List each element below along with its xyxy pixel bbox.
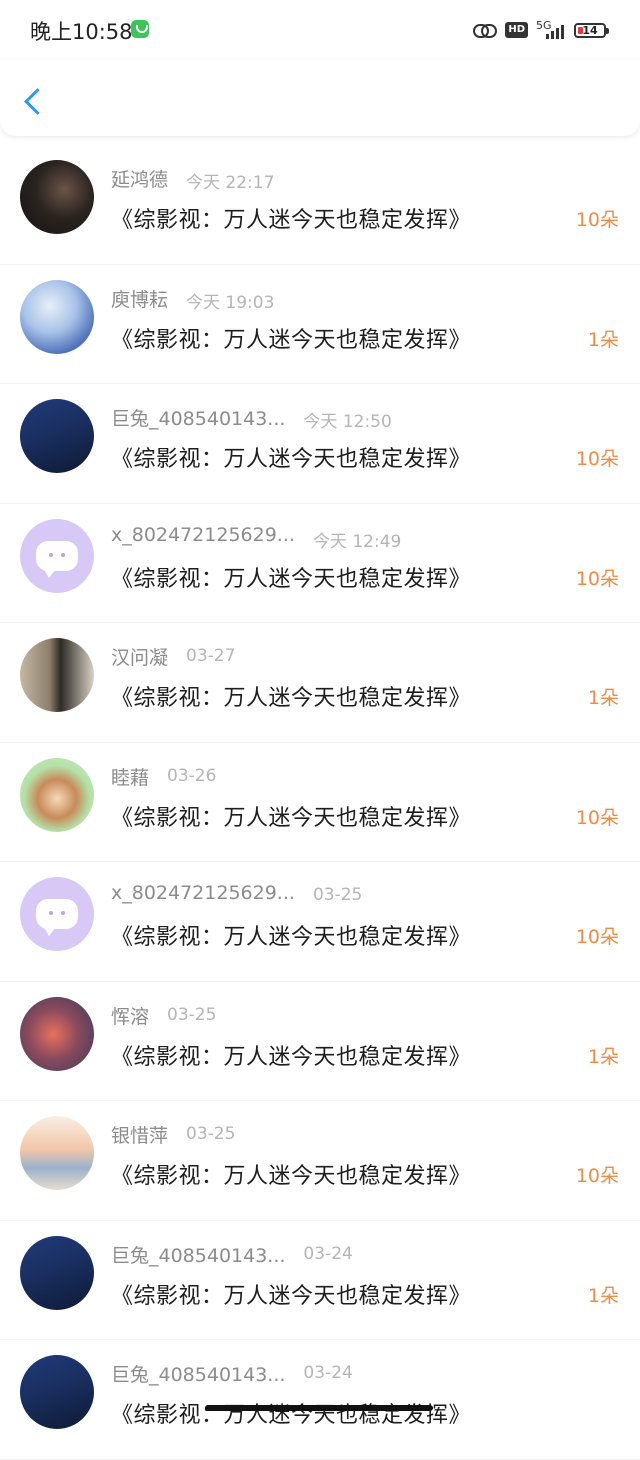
book-title: 《综影视：万人迷今天也稳定发挥》 — [111, 1283, 472, 1309]
list-item[interactable]: 庾博耘 今天 19:03 《综影视：万人迷今天也稳定发挥》 1朵 — [0, 265, 640, 385]
flower-count: 1朵 — [587, 687, 619, 709]
user-name[interactable]: x_802472125629... — [111, 524, 295, 546]
timestamp: 03-25 — [167, 1004, 217, 1025]
flower-count: 1朵 — [587, 1284, 619, 1307]
list-item[interactable]: 巨兔_408540143... 03-24 《综影视：万人迷今天也稳定发挥》 — [0, 1340, 640, 1460]
wechat-notification-icon — [131, 20, 149, 38]
avatar[interactable] — [20, 160, 94, 234]
avatar[interactable] — [20, 996, 94, 1071]
timestamp: 03-24 — [303, 1243, 353, 1264]
timestamp: 今天 19:03 — [186, 292, 275, 313]
list-item[interactable]: 延鸿德 今天 22:17 《综影视：万人迷今天也稳定发挥》 10朵 — [0, 145, 640, 265]
flower-count: 10朵 — [575, 1165, 619, 1187]
book-title: 《综影视：万人迷今天也稳定发挥》 — [111, 566, 472, 592]
flower-count: 10朵 — [575, 806, 619, 829]
back-button[interactable] — [20, 84, 50, 120]
user-name[interactable]: 庾博耘 — [111, 285, 168, 312]
list-item[interactable]: 恽溶 03-25 《综影视：万人迷今天也稳定发挥》 1朵 — [0, 982, 640, 1102]
book-title: 《综影视：万人迷今天也稳定发挥》 — [111, 1164, 472, 1189]
user-name[interactable]: 银惜萍 — [111, 1121, 168, 1148]
flower-count: 10朵 — [575, 448, 619, 470]
signal-icon: 5G — [536, 19, 566, 41]
user-name[interactable]: 睦藉 — [111, 763, 149, 790]
list-item[interactable]: x_802472125629... 03-25 《综影视：万人迷今天也稳定发挥》 10… — [0, 862, 640, 982]
user-name[interactable]: 汉问凝 — [111, 643, 168, 670]
hd-icon: HD — [505, 22, 528, 38]
timestamp: 03-25 — [186, 1124, 236, 1144]
timestamp: 03-25 — [312, 885, 363, 905]
timestamp: 03-26 — [167, 765, 217, 786]
book-title: 《综影视：万人迷今天也稳定发挥》 — [111, 686, 472, 711]
book-title: 《综影视：万人迷今天也稳定发挥》 — [111, 447, 472, 472]
avatar[interactable] — [20, 399, 94, 473]
chat-bubble-icon — [36, 899, 78, 936]
avatar[interactable] — [20, 518, 94, 593]
nav-header — [0, 60, 640, 136]
book-title: 《综影视：万人迷今天也稳定发挥》 — [111, 1403, 472, 1428]
status-time: 晚上10:58 — [30, 20, 133, 44]
list-item[interactable]: 巨兔_408540143... 今天 12:50 《综影视：万人迷今天也稳定发挥》 1… — [0, 384, 640, 504]
battery-level: 14 — [582, 23, 598, 37]
avatar[interactable] — [20, 279, 94, 354]
user-name[interactable]: 巨兔_408540143... — [111, 1360, 285, 1387]
battery-icon: 14 — [574, 22, 609, 38]
flower-count: 10朵 — [575, 209, 619, 231]
book-title: 《综影视：万人迷今天也稳定发挥》 — [111, 1044, 472, 1070]
chat-bubble-icon — [36, 540, 78, 578]
book-title: 《综影视：万人迷今天也稳定发挥》 — [111, 208, 472, 233]
list-item[interactable]: 巨兔_408540143... 03-24 《综影视：万人迷今天也稳定发挥》 1朵 — [0, 1221, 640, 1341]
avatar[interactable] — [20, 638, 94, 712]
avatar[interactable] — [20, 757, 94, 832]
timestamp: 今天 12:50 — [303, 412, 392, 432]
list-item[interactable]: 睦藉 03-26 《综影视：万人迷今天也稳定发挥》 10朵 — [0, 743, 640, 863]
avatar[interactable] — [20, 1235, 94, 1310]
avatar[interactable] — [20, 877, 94, 951]
flower-count: 10朵 — [575, 926, 619, 948]
timestamp: 今天 12:49 — [312, 531, 402, 552]
list-item[interactable]: 汉问凝 03-27 《综影视：万人迷今天也稳定发挥》 1朵 — [0, 623, 640, 743]
gift-record-list: 延鸿德 今天 22:17 《综影视：万人迷今天也稳定发挥》 10朵 庾博耘 今天 19:0… — [0, 145, 640, 1460]
status-indicators: HD 5G 14 — [473, 18, 609, 42]
timestamp: 今天 22:17 — [186, 173, 275, 193]
book-title: 《综影视：万人迷今天也稳定发挥》 — [111, 327, 472, 353]
book-title: 《综影视：万人迷今天也稳定发挥》 — [111, 925, 472, 950]
list-item[interactable]: 银惜萍 03-25 《综影视：万人迷今天也稳定发挥》 10朵 — [0, 1101, 640, 1221]
flower-count: 10朵 — [575, 567, 619, 590]
user-name[interactable]: 恽溶 — [111, 1002, 149, 1029]
flower-count: 1朵 — [587, 1045, 619, 1068]
link-icon — [473, 22, 498, 38]
avatar[interactable] — [20, 1116, 94, 1190]
user-name[interactable]: 延鸿德 — [111, 165, 168, 192]
flower-count: 1朵 — [587, 328, 619, 351]
user-name[interactable]: x_802472125629... — [111, 882, 295, 904]
timestamp: 03-24 — [303, 1363, 353, 1383]
timestamp: 03-27 — [186, 646, 236, 666]
list-item[interactable]: x_802472125629... 今天 12:49 《综影视：万人迷今天也稳定发挥… — [0, 504, 640, 624]
user-name[interactable]: 巨兔_408540143... — [111, 1241, 285, 1268]
home-indicator[interactable] — [205, 1405, 433, 1411]
book-title: 《综影视：万人迷今天也稳定发挥》 — [111, 805, 472, 831]
avatar[interactable] — [20, 1355, 94, 1429]
user-name[interactable]: 巨兔_408540143... — [111, 404, 285, 431]
status-bar: 晚上10:58 HD 5G 14 — [0, 0, 640, 60]
